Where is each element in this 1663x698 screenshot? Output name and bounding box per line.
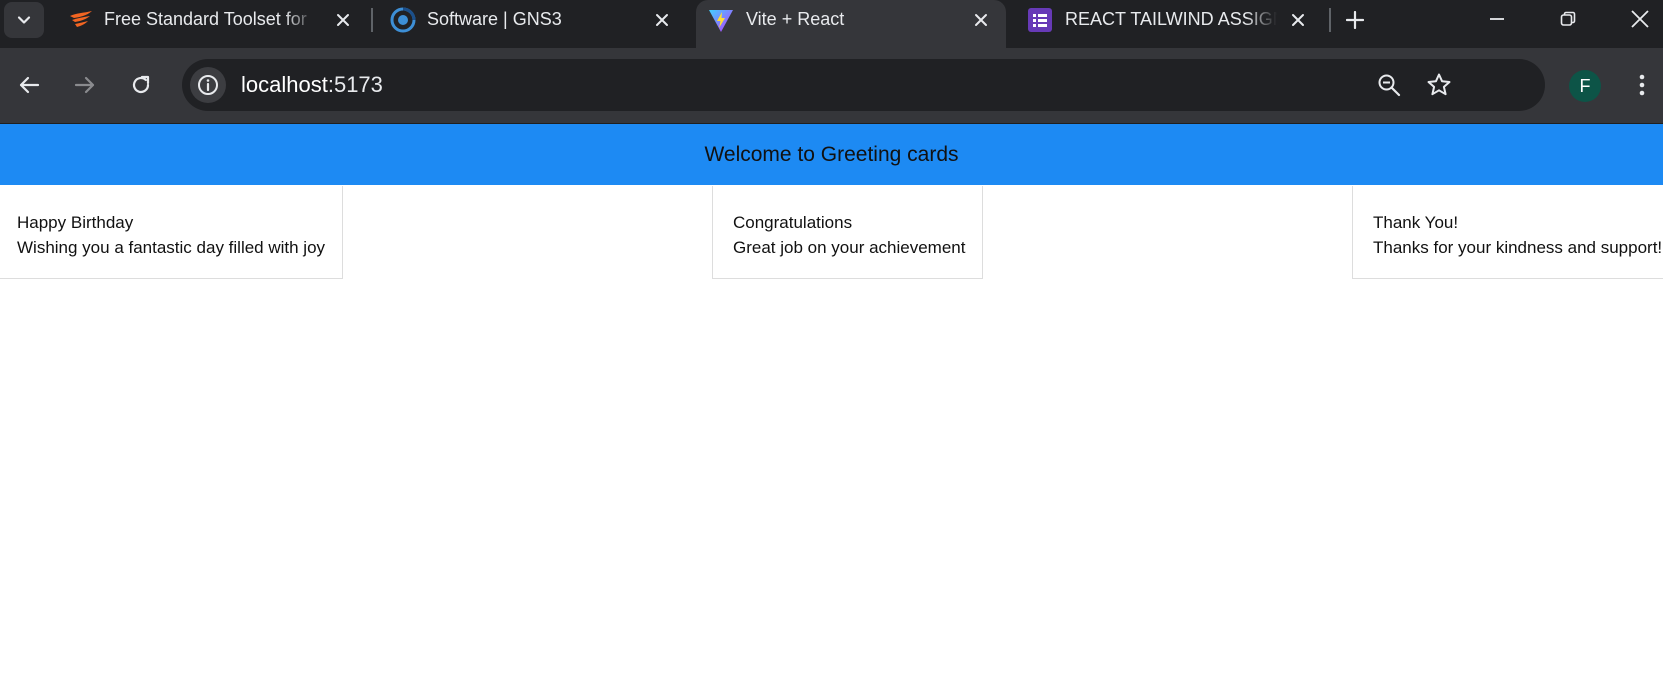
tab-separator [1329, 8, 1331, 32]
tab-strip: Free Standard Toolset for Software | GNS… [0, 0, 1663, 48]
tab-gns3[interactable]: Software | GNS3 [374, 0, 684, 40]
tab-solarwinds[interactable]: Free Standard Toolset for [52, 0, 362, 40]
page-title: Welcome to Greeting cards [704, 142, 959, 166]
address-bar[interactable]: localhost:5173 [182, 59, 1545, 111]
chevron-down-icon [17, 16, 31, 24]
browser-menu-button[interactable] [1628, 67, 1656, 103]
profile-avatar[interactable]: F [1569, 70, 1601, 102]
url-host: localhost [241, 72, 328, 97]
close-icon[interactable] [1288, 10, 1308, 30]
forward-button[interactable] [67, 67, 103, 103]
card-heading: Congratulations [733, 213, 853, 232]
tab-vite-react[interactable]: Vite + React [696, 0, 1006, 48]
bookmark-button[interactable] [1423, 69, 1455, 101]
tab-title: Vite + React [746, 9, 845, 29]
url-port: :5173 [327, 72, 383, 97]
browser-toolbar: localhost:5173 F [0, 48, 1663, 124]
tab-separator [371, 8, 373, 32]
tab-search-button[interactable] [4, 2, 44, 38]
card-message: Wishing you a fantastic day filled with … [17, 238, 326, 257]
minimize-icon [1490, 18, 1504, 20]
greeting-card-birthday: Happy Birthday Wishing you a fantastic d… [0, 186, 343, 279]
tab-title: Software | GNS3 [427, 9, 562, 29]
tab-title: REACT TAILWIND ASSIGN [1065, 9, 1277, 29]
card-heading: Thank You! [1373, 213, 1459, 232]
close-icon [1631, 10, 1649, 28]
tab-google-forms[interactable]: REACT TAILWIND ASSIGN [1016, 0, 1326, 40]
close-icon[interactable] [971, 10, 991, 30]
plus-icon [1346, 11, 1364, 29]
zoom-out-icon [1378, 74, 1401, 97]
tab-title: Free Standard Toolset for [104, 9, 307, 29]
info-icon [198, 75, 218, 95]
star-icon [1427, 73, 1451, 96]
reload-icon [132, 75, 150, 94]
minimize-button[interactable] [1474, 0, 1520, 38]
gns3-icon [390, 7, 416, 33]
card-message: Thanks for your kindness and support! [1373, 238, 1663, 257]
new-tab-button[interactable] [1341, 6, 1369, 34]
reload-button[interactable] [123, 67, 159, 103]
arrow-right-icon [74, 76, 95, 94]
card-message: Great job on your achievement [733, 238, 966, 257]
close-icon[interactable] [333, 10, 353, 30]
vite-icon [708, 7, 734, 33]
url-text[interactable]: localhost:5173 [241, 72, 383, 98]
arrow-left-icon [19, 76, 40, 94]
more-vertical-icon [1639, 74, 1645, 96]
site-info-button[interactable] [190, 67, 226, 103]
window-close-button[interactable] [1617, 0, 1663, 38]
close-icon[interactable] [652, 10, 672, 30]
forms-icon [1027, 7, 1053, 33]
greeting-card-congratulations: Congratulations Great job on your achiev… [712, 186, 983, 279]
solarwinds-icon [68, 7, 94, 33]
greeting-card-thank-you: Thank You! Thanks for your kindness and … [1352, 186, 1663, 279]
card-heading: Happy Birthday [17, 213, 134, 232]
restore-icon [1560, 11, 1576, 26]
page-banner: Welcome to Greeting cards [0, 124, 1663, 185]
back-button[interactable] [11, 67, 47, 103]
zoom-button[interactable] [1373, 69, 1405, 101]
restore-button[interactable] [1545, 0, 1591, 38]
